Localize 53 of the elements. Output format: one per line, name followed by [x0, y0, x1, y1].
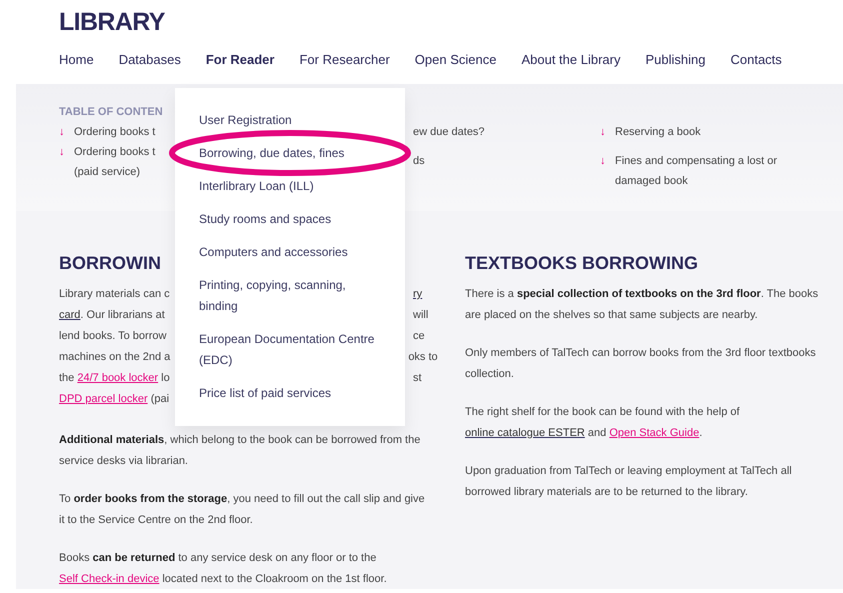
toc-link[interactable]: (paid service) [74, 162, 140, 182]
toc-link[interactable]: Fines and compensating a lost or damaged book [615, 151, 785, 191]
text-line: ce [413, 329, 425, 344]
paragraph: Additional materials, which belong to the book can be borrowed from the service desks via librarian. [59, 433, 422, 469]
arrow-down-icon: ↓ [600, 122, 609, 142]
menu-item[interactable]: Interlibrary Loan (ILL) [199, 176, 314, 197]
menu-item[interactable]: Printing, copying, scanning, binding [199, 275, 381, 317]
arrow-down-icon: ↓ [59, 142, 68, 162]
text-line: machines on the 2nd a [59, 350, 170, 365]
arrow-down-icon: ↓ [600, 151, 609, 191]
nav-link[interactable]: About the Library [521, 52, 620, 67]
text-link[interactable]: Open Stack Guide [609, 427, 700, 439]
section-heading: TEXTBOOKS BORROWING [465, 252, 699, 275]
text-link[interactable]: 24/7 book locker [77, 372, 158, 384]
paragraph: The right shelf for the book can be found with the help of online catalogue ESTER and Open Stack Guide. [465, 405, 741, 441]
text-line: the 24/7 book locker lo [59, 371, 171, 386]
text-link[interactable]: DPD parcel locker [59, 393, 148, 405]
text-link[interactable]: Self Check-in device [59, 573, 160, 585]
menu-item[interactable]: European Documentation Centre (EDC) [199, 329, 381, 371]
menu-item[interactable]: Price list of paid services [199, 383, 332, 404]
paragraph: There is a special collection of textbooks on the 3rd floor. The books are placed on the shelves so that same subjects are nearby. [465, 287, 820, 323]
menu-item[interactable]: Computers and accessories [199, 242, 348, 263]
nav-link[interactable]: Databases [118, 52, 181, 67]
nav-link[interactable]: Home [59, 52, 94, 67]
nav-link[interactable]: Publishing [645, 52, 706, 67]
text-link[interactable]: ry [413, 288, 422, 300]
section-heading: BORROWIN [59, 252, 161, 275]
nav-link[interactable]: Open Science [414, 52, 496, 67]
toc-link[interactable]: Ordering books t [74, 142, 156, 162]
text-link[interactable]: online catalogue ESTER [465, 427, 585, 439]
paragraph: Upon graduation from TalTech or leaving employment at TalTech all borrowed library materials are to be returned to the library. [465, 464, 793, 500]
nav-link[interactable]: For Reader [206, 52, 274, 67]
nav-link[interactable]: For Researcher [299, 52, 390, 67]
paragraph: Only members of TalTech can borrow books from the 3rd floor textbooks collection. [465, 346, 817, 382]
toc-link[interactable]: ds [413, 151, 600, 171]
paragraph: To order books from the storage, you need to fill out the call slip and give it to the Service Centre on the 2nd floor. [59, 492, 426, 528]
text-line: lend books. To borrow [59, 329, 168, 344]
text-line: card. Our librarians at [59, 308, 166, 323]
nav-link[interactable]: Contacts [730, 52, 782, 67]
menu-item[interactable]: User Registration [199, 110, 292, 131]
text-line: DPD parcel locker (pai [59, 392, 170, 407]
toc-link[interactable]: Ordering books t [74, 122, 156, 142]
paragraph: Books can be returned to any service desk on any floor or to the Self Check-in device located next to the Cloakroom on the 1st floor. [59, 551, 388, 587]
text-line: will [413, 308, 428, 323]
text-link[interactable]: card [59, 309, 80, 321]
text-line: oks to [408, 350, 438, 365]
menu-item[interactable]: Study rooms and spaces [199, 209, 332, 230]
text-line: Library materials can c [59, 287, 171, 302]
toc-link[interactable]: ew due dates? [413, 122, 600, 142]
arrow-down-icon: ↓ [59, 122, 68, 142]
site-title: LIBRARY [58, 7, 166, 36]
text-line: st [413, 371, 422, 386]
toc-link[interactable]: Reserving a book [615, 122, 785, 142]
